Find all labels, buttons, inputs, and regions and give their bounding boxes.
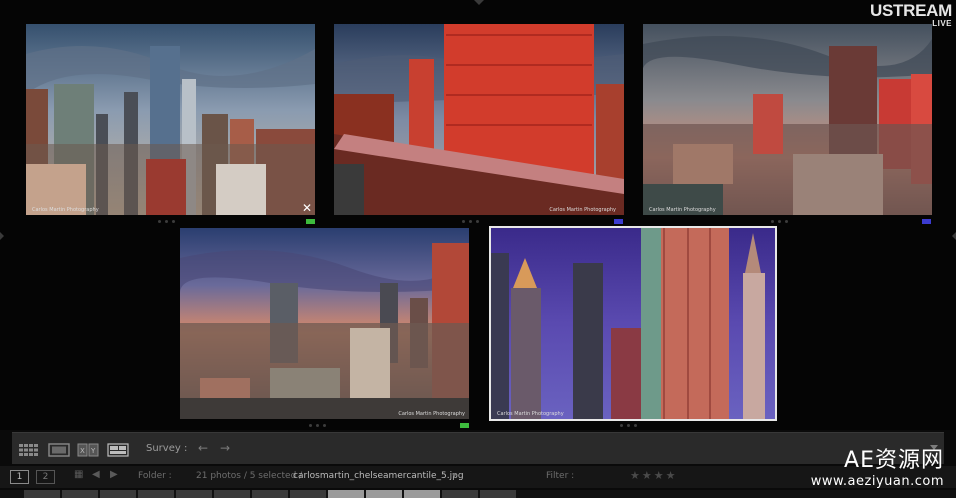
current-filename[interactable]: carlosmartin_chelseamercantile_5.jpg [293,471,464,481]
filmstrip-thumb[interactable] [100,490,136,498]
photo-caption: Carlos Martin Photography [549,207,616,213]
rating-dots[interactable] [158,220,175,223]
rating-filter-stars[interactable]: ★★★★ [630,469,677,482]
forward-arrow-icon[interactable]: ▶ [110,469,118,480]
color-label-blue [922,219,931,224]
survey-view-icon[interactable] [107,442,129,457]
filmstrip-thumb[interactable] [328,490,364,498]
rating-dots[interactable] [462,220,479,223]
color-label-green [460,423,469,428]
filmstrip-thumb[interactable] [176,490,212,498]
folder-label: Folder : [138,471,172,481]
survey-photo-2[interactable]: Carlos Martin Photography [334,24,624,215]
photo-3-image [643,24,932,215]
rating-dots[interactable] [771,220,788,223]
close-icon[interactable]: ✕ [301,202,313,214]
rating-dots[interactable] [309,424,326,427]
right-panel-toggle[interactable] [952,232,956,240]
site-watermark: AE资源网 www.aeziyuan.com [811,448,944,490]
svg-text:X: X [80,447,85,455]
survey-photo-4[interactable]: Carlos Martin Photography [180,228,469,419]
survey-photo-1[interactable]: Carlos Martin Photography ✕ [26,24,315,215]
back-arrow-icon[interactable]: ◀ [92,469,100,480]
photo-caption: Carlos Martin Photography [398,411,465,417]
filmstrip-thumb[interactable] [442,490,478,498]
photo-4-image [180,228,469,419]
filmstrip-thumb[interactable] [62,490,98,498]
photo-2-image [334,24,624,215]
compare-view-icon[interactable]: XY [77,442,99,457]
grid-small-icon[interactable]: ▦ [74,469,83,480]
survey-view-area: Carlos Martin Photography ✕ Carlos Marti… [0,0,956,430]
filmstrip-thumbnails [0,490,956,498]
filmstrip-thumb[interactable] [480,490,516,498]
watermark-url: www.aeziyuan.com [810,474,944,489]
next-photo-arrow[interactable]: → [220,441,230,455]
filmstrip-thumb[interactable] [366,490,402,498]
ustream-logo: USTREAM LIVE [870,2,952,28]
view-mode-label: Survey : [146,443,188,454]
rating-dots[interactable] [620,424,637,427]
filmstrip-thumb[interactable] [138,490,174,498]
prev-photo-arrow[interactable]: ← [198,441,208,455]
toolbar: XY Survey : ← → [12,432,944,464]
survey-photo-5[interactable]: Carlos Martin Photography [489,226,777,421]
left-panel-toggle[interactable] [0,232,4,240]
photo-count: 21 photos / 5 selected / [196,471,303,481]
photo-5-image [491,228,775,419]
svg-text:Y: Y [90,447,96,455]
photo-caption: Carlos Martin Photography [497,411,564,417]
photo-1-image [26,24,315,215]
filename-dropdown-icon[interactable]: ▾ [452,471,457,481]
photo-caption: Carlos Martin Photography [649,207,716,213]
filmstrip-thumb[interactable] [290,490,326,498]
filmstrip-thumb[interactable] [214,490,250,498]
ustream-live-text: LIVE [932,19,952,28]
watermark-title: AE资源网 [844,448,944,473]
survey-photo-3[interactable]: Carlos Martin Photography [643,24,932,215]
photo-caption: Carlos Martin Photography [32,207,99,213]
filmstrip-thumb[interactable] [252,490,288,498]
loupe-view-icon[interactable] [48,442,70,457]
top-panel-toggle[interactable] [474,0,484,5]
page-1-button[interactable]: 1 [10,470,29,484]
page-2-button[interactable]: 2 [36,470,55,484]
ustream-logo-text: USTREAM [870,1,952,20]
grid-view-icon[interactable] [18,442,40,456]
filter-label: Filter : [546,471,575,481]
filmstrip-thumb[interactable] [24,490,60,498]
filmstrip-thumb[interactable] [404,490,440,498]
color-label-blue [614,219,623,224]
color-label-green [306,219,315,224]
